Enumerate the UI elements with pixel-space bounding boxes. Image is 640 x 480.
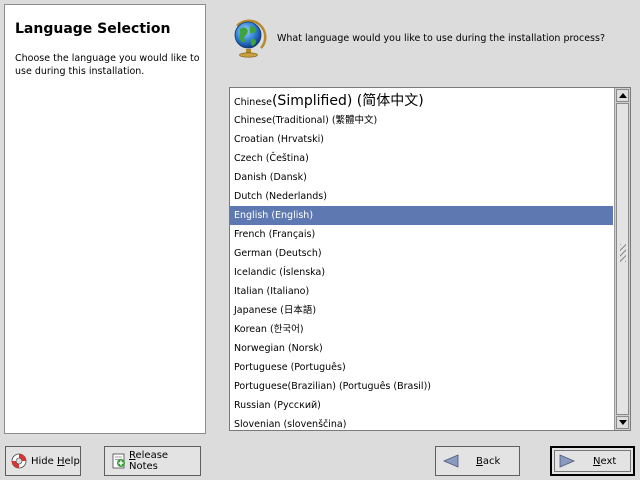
language-item[interactable]: Norwegian (Norsk)	[230, 339, 613, 358]
release-notes-button[interactable]: Release Notes	[104, 446, 201, 476]
scroll-thumb[interactable]	[616, 103, 629, 415]
language-item[interactable]: German (Deutsch)	[230, 244, 613, 263]
back-button[interactable]: Back	[435, 446, 520, 476]
language-item[interactable]: English (English)	[230, 206, 613, 225]
language-item[interactable]: Icelandic (Íslenska)	[230, 263, 613, 282]
language-native-name: (Simplified) (简体中文)	[271, 93, 424, 109]
next-button[interactable]: Next	[550, 446, 635, 476]
language-item[interactable]: Italian (Italiano)	[230, 282, 613, 301]
language-item[interactable]: Croatian (Hrvatski)	[230, 130, 613, 149]
hide-help-label: Hide Help	[31, 455, 80, 467]
language-item[interactable]: Slovenian (slovenščina)	[230, 415, 613, 430]
help-title: Language Selection	[15, 21, 171, 37]
help-text: Choose the language you would like to us…	[15, 53, 200, 77]
next-label: Next	[593, 455, 617, 467]
language-item[interactable]: Chinese(Traditional) (繁體中文)	[230, 111, 613, 130]
hide-help-button[interactable]: Hide Help	[5, 446, 81, 476]
back-arrow-icon	[442, 454, 459, 468]
language-item[interactable]: Dutch (Nederlands)	[230, 187, 613, 206]
scroll-down-button[interactable]	[616, 416, 629, 429]
language-list[interactable]: Chinese(Simplified) (简体中文) Chinese(Tradit…	[229, 87, 631, 431]
language-question: What language would you like to use duri…	[277, 33, 605, 44]
help-lifebuoy-icon	[11, 453, 27, 469]
globe-icon	[234, 19, 267, 58]
release-notes-label: Release Notes	[129, 450, 169, 472]
language-item[interactable]: Chinese(Simplified) (简体中文)	[230, 92, 613, 111]
scroll-grip-icon	[620, 244, 626, 262]
language-item[interactable]: Russian (Русский)	[230, 396, 613, 415]
next-arrow-icon	[559, 454, 576, 468]
language-item[interactable]: Danish (Dansk)	[230, 168, 613, 187]
language-list-items: Chinese(Simplified) (简体中文) Chinese(Tradit…	[230, 92, 613, 430]
back-label: Back	[476, 455, 501, 467]
list-scrollbar[interactable]	[614, 88, 630, 430]
language-item[interactable]: Portuguese (Português)	[230, 358, 613, 377]
language-item[interactable]: Czech (Čeština)	[230, 149, 613, 168]
language-item[interactable]: Portuguese(Brazilian) (Português (Brasil…	[230, 377, 613, 396]
language-item[interactable]: French (Français)	[230, 225, 613, 244]
language-item[interactable]: Japanese (日本語)	[230, 301, 613, 320]
language-item[interactable]: Korean (한국어)	[230, 320, 613, 339]
scroll-up-button[interactable]	[616, 89, 629, 102]
release-notes-icon	[112, 453, 125, 469]
installer-screen: Language Selection Choose the language y…	[0, 0, 640, 480]
help-panel: Language Selection Choose the language y…	[4, 4, 206, 434]
